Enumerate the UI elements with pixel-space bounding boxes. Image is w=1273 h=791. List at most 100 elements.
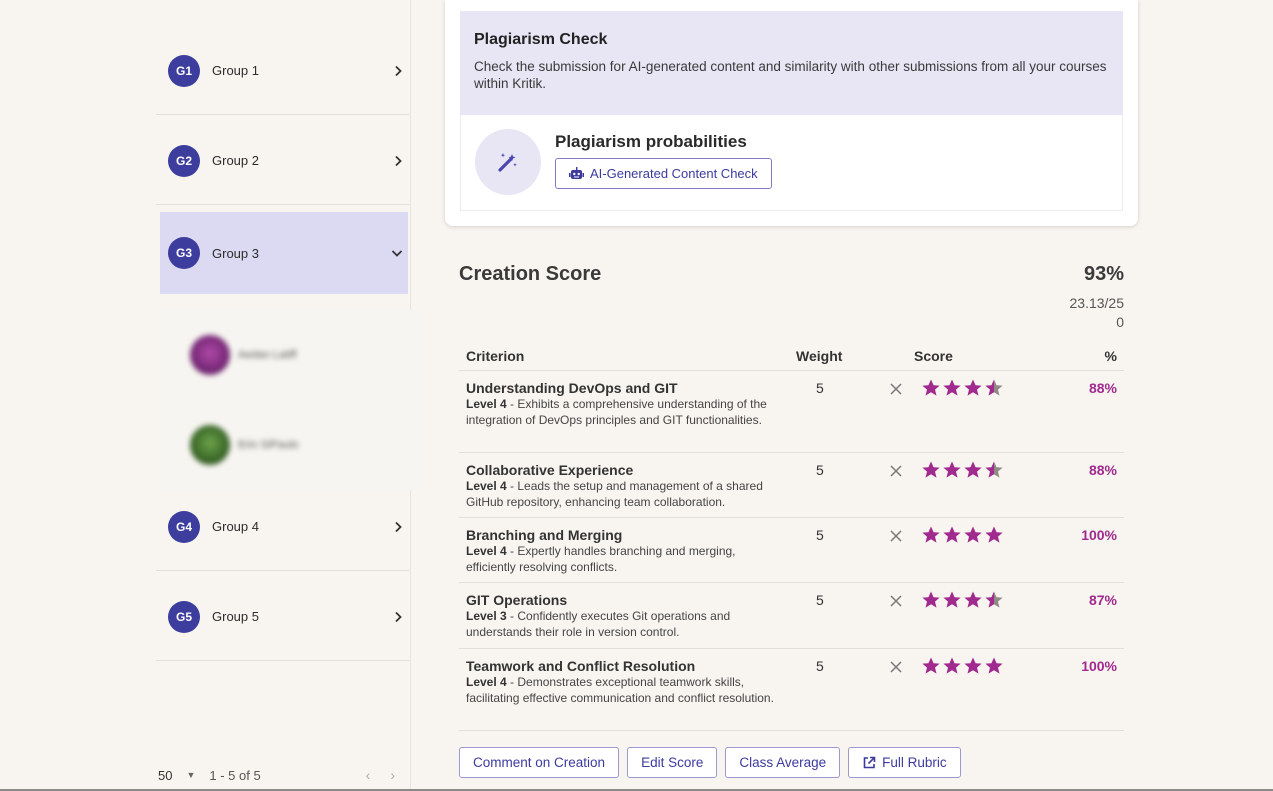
avatar [190, 335, 230, 375]
group-item-5[interactable]: G5 Group 5 [156, 573, 409, 661]
creation-score-percent: 93% [1083, 263, 1124, 285]
criterion-cell: Understanding DevOps and GIT Level 4 - E… [466, 380, 778, 428]
edit-score-label: Edit Score [641, 755, 704, 770]
chevron-right-icon [391, 610, 405, 624]
criterion-name: Understanding DevOps and GIT [466, 380, 678, 396]
weight-value: 5 [816, 658, 824, 674]
member-item[interactable]: Erin SiPaulo [156, 400, 424, 490]
score-actions: Comment on Creation Edit Score Class Ave… [459, 747, 961, 778]
star-icon[interactable] [984, 656, 1004, 676]
chevron-right-icon [391, 520, 405, 534]
group-label: Group 4 [212, 519, 259, 534]
creation-score-title: Creation Score [459, 263, 602, 285]
group-item-1[interactable]: G1 Group 1 [156, 27, 409, 115]
external-link-icon [863, 756, 876, 768]
close-icon[interactable] [888, 463, 904, 479]
star-icon[interactable] [942, 590, 962, 610]
star-rating [921, 378, 1004, 398]
row-percent: 88% [1088, 462, 1117, 478]
ai-content-check-label: AI-Generated Content Check [590, 166, 758, 181]
full-rubric-button[interactable]: Full Rubric [848, 747, 961, 778]
row-percent: 100% [1081, 527, 1117, 543]
criterion-name: GIT Operations [466, 592, 568, 608]
plagiarism-description: Check the submission for AI-generated co… [474, 59, 1107, 91]
next-page-icon[interactable]: › [390, 767, 395, 783]
groups-sidebar: G1 Group 1 G2 Group 2 G3 Group 3 Aedan L… [156, 0, 424, 791]
comment-on-creation-label: Comment on Creation [473, 755, 606, 770]
group-item-3[interactable]: G3 Group 3 [160, 212, 408, 294]
criterion-header: Criterion [466, 348, 525, 364]
row-percent: 100% [1081, 658, 1117, 674]
plagiarism-title: Plagiarism Check [474, 31, 608, 48]
group-label: Group 3 [212, 245, 259, 261]
plagiarism-header: Plagiarism Check Check the submission fo… [460, 11, 1123, 115]
avatar [190, 425, 230, 465]
close-icon[interactable] [888, 659, 904, 675]
group-item-2[interactable]: G2 Group 2 [156, 117, 409, 205]
group-badge: G2 [168, 144, 200, 177]
criterion-description: Level 4 - Leads the setup and management… [466, 478, 778, 510]
comment-on-creation-button[interactable]: Comment on Creation [459, 747, 620, 778]
close-icon[interactable] [888, 381, 904, 397]
plagiarism-body: Plagiarism probabilities AI-Generated Co… [460, 115, 1123, 211]
star-icon[interactable] [963, 378, 983, 398]
criterion-description: Level 4 - Exhibits a comprehensive under… [466, 396, 778, 428]
group-badge: G3 [168, 237, 200, 269]
close-icon[interactable] [888, 593, 904, 609]
star-rating [921, 590, 1004, 610]
page-size-value[interactable]: 50 [158, 768, 172, 783]
prev-page-icon[interactable]: ‹ [366, 767, 371, 783]
star-icon[interactable] [921, 460, 941, 480]
criterion-level: Level 4 [466, 675, 507, 689]
criterion-level-text: - Exhibits a comprehensive understanding… [466, 397, 767, 427]
star-icon[interactable] [984, 590, 1004, 610]
class-average-label: Class Average [739, 755, 827, 770]
star-rating [921, 525, 1004, 545]
criterion-level: Level 3 [466, 609, 507, 623]
criterion-cell: Collaborative Experience Level 4 - Leads… [466, 462, 778, 510]
star-icon[interactable] [963, 590, 983, 610]
criterion-name: Teamwork and Conflict Resolution [466, 658, 696, 674]
star-icon[interactable] [963, 525, 983, 545]
edit-score-button[interactable]: Edit Score [627, 747, 718, 778]
star-icon[interactable] [942, 378, 962, 398]
group-label: Group 2 [212, 153, 259, 168]
star-icon[interactable] [984, 378, 1004, 398]
criterion-level: Level 4 [466, 479, 507, 493]
criterion-cell: GIT Operations Level 3 - Confidently exe… [466, 592, 778, 640]
robot-icon [569, 167, 584, 179]
criteria-table: Criterion Weight Score % Understanding D… [459, 340, 1124, 731]
star-icon[interactable] [921, 590, 941, 610]
raw-score-line2: 0 [1116, 314, 1124, 330]
star-icon[interactable] [921, 378, 941, 398]
table-row: Understanding DevOps and GIT Level 4 - E… [459, 371, 1124, 453]
star-icon[interactable] [921, 656, 941, 676]
ai-content-check-button[interactable]: AI-Generated Content Check [555, 158, 772, 189]
chevron-right-icon [391, 64, 405, 78]
star-icon[interactable] [984, 525, 1004, 545]
plagiarism-probabilities-title: Plagiarism probabilities [555, 132, 747, 151]
member-item[interactable]: Aedan Latiff [156, 310, 424, 400]
chevron-right-icon [391, 154, 405, 168]
percent-header: % [1104, 348, 1117, 364]
criterion-level-text: - Expertly handles branching and merging… [466, 544, 736, 574]
star-icon[interactable] [963, 460, 983, 480]
group-label: Group 5 [212, 609, 259, 624]
criterion-name: Collaborative Experience [466, 462, 634, 478]
star-icon[interactable] [942, 460, 962, 480]
star-icon[interactable] [921, 525, 941, 545]
star-icon[interactable] [984, 460, 1004, 480]
creation-score-raw: 23.13/25 0 [1020, 294, 1125, 332]
star-icon[interactable] [942, 656, 962, 676]
table-row: Collaborative Experience Level 4 - Leads… [459, 453, 1124, 518]
magic-wand-icon [475, 129, 541, 195]
star-icon[interactable] [942, 525, 962, 545]
group-item-4[interactable]: G4 Group 4 [156, 483, 409, 571]
star-icon[interactable] [963, 656, 983, 676]
star-rating [921, 460, 1004, 480]
close-icon[interactable] [888, 528, 904, 544]
raw-score-line1: 23.13/25 [1069, 295, 1125, 311]
class-average-button[interactable]: Class Average [725, 747, 841, 778]
plagiarism-card: Plagiarism Check Check the submission fo… [445, 0, 1138, 226]
page-size-dropdown-icon[interactable]: ▼ [186, 770, 195, 780]
